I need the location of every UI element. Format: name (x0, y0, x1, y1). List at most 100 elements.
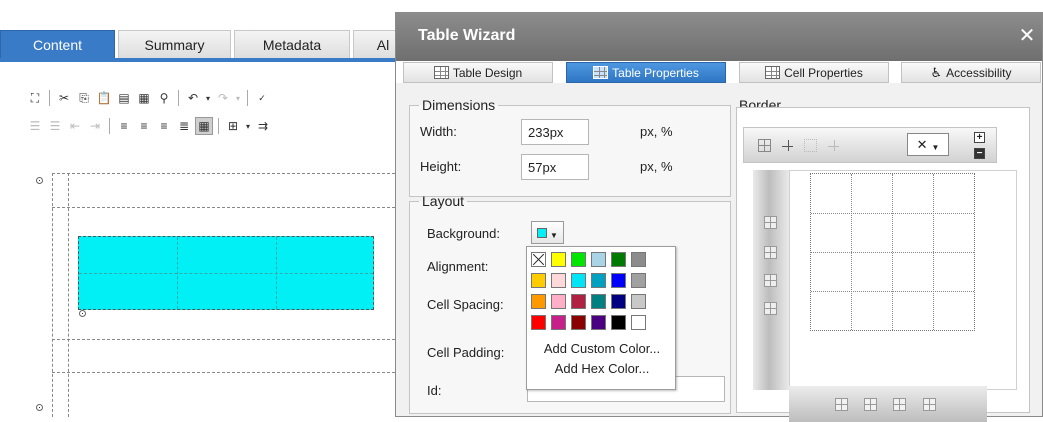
table-design-icon (433, 66, 449, 79)
color-swatch[interactable] (591, 315, 606, 330)
redo-icon[interactable]: ↷ (214, 89, 232, 107)
tab-summary[interactable]: Summary (118, 30, 231, 58)
border-style-dropdown[interactable]: ✕ ▼ (907, 133, 949, 156)
outer-table-row-line (52, 207, 400, 208)
cut-icon[interactable]: ✂ (55, 89, 73, 107)
tab-metadata[interactable]: Metadata (234, 30, 350, 58)
tab-content[interactable]: Content (0, 30, 115, 58)
bottom-border-icon[interactable] (923, 398, 936, 411)
color-swatch[interactable] (551, 273, 566, 288)
tab-cell-properties[interactable]: Cell Properties (739, 62, 889, 83)
no-borders-icon[interactable] (804, 139, 817, 152)
paste-icon[interactable]: 📋 (95, 89, 113, 107)
align-left-icon[interactable]: ≡ (115, 117, 133, 135)
tab-table-properties[interactable]: Table Properties (566, 62, 726, 83)
insert-table-icon[interactable]: ⊞ (224, 117, 242, 135)
paste-text-icon[interactable]: ▦ (135, 89, 153, 107)
color-swatch[interactable] (591, 252, 606, 267)
close-icon[interactable]: ✕ (1016, 26, 1038, 48)
anchor-marker-icon[interactable] (36, 404, 43, 411)
color-swatch[interactable] (591, 273, 606, 288)
justify-icon[interactable]: ≣ (175, 117, 193, 135)
color-swatch[interactable] (531, 273, 546, 288)
editor-toolbar-row-2: ☰ ☰ ⇤ ⇥ ≡ ≡ ≡ ≣ ▦ ⊞ ▾ ⇉ (26, 115, 272, 137)
increase-border-icon[interactable]: + (974, 132, 985, 143)
color-swatch[interactable] (531, 315, 546, 330)
bottom-border-icon[interactable] (893, 398, 906, 411)
width-input[interactable] (521, 119, 589, 145)
outdent-icon[interactable]: ⇤ (66, 117, 84, 135)
color-swatch[interactable] (611, 315, 626, 330)
numbered-list-icon[interactable]: ☰ (26, 117, 44, 135)
outer-table-row-line (52, 339, 400, 340)
inner-borders-icon[interactable] (781, 139, 794, 152)
inner-borders-thin-icon[interactable] (827, 139, 840, 152)
select-all-icon[interactable]: ⛶ (26, 89, 44, 107)
add-custom-color-link[interactable]: Add Custom Color... (527, 341, 677, 356)
tab-table-design[interactable]: Table Design (403, 62, 553, 83)
width-label: Width: (420, 124, 457, 139)
tab-label: Cell Properties (784, 65, 863, 80)
color-swatch[interactable] (611, 294, 626, 309)
left-border-icon[interactable] (764, 302, 777, 315)
bottom-border-icon[interactable] (864, 398, 877, 411)
color-swatch[interactable] (631, 315, 646, 330)
left-border-icon[interactable] (764, 274, 777, 287)
color-swatch[interactable] (551, 294, 566, 309)
decrease-border-icon[interactable]: − (974, 148, 985, 159)
color-swatch[interactable] (571, 252, 586, 267)
color-swatch[interactable] (631, 273, 646, 288)
toolbar-divider (49, 90, 50, 106)
find-icon[interactable]: ⚲ (155, 89, 173, 107)
dialog-titlebar[interactable]: Table Wizard ✕ (396, 13, 1042, 61)
bottom-border-icon[interactable] (835, 398, 848, 411)
dimensions-legend: Dimensions (422, 97, 496, 113)
editor-toolbar-row-1: ⛶ ✂ ⎘ 📋 ▤ ▦ ⚲ ↶ ▾ ↷ ▾ ✓ (26, 87, 271, 109)
color-swatch[interactable] (611, 273, 626, 288)
all-borders-icon[interactable] (758, 139, 771, 152)
left-border-icon[interactable] (764, 216, 777, 229)
left-border-rail (753, 170, 789, 390)
align-center-icon[interactable]: ≡ (135, 117, 153, 135)
outer-table-row-line (52, 372, 400, 373)
color-swatch[interactable] (571, 294, 586, 309)
color-swatch[interactable] (611, 252, 626, 267)
selected-table[interactable] (78, 236, 374, 310)
paste-word-icon[interactable]: ▤ (115, 89, 133, 107)
color-swatch[interactable] (551, 252, 566, 267)
color-swatch[interactable] (571, 273, 586, 288)
add-hex-color-link[interactable]: Add Hex Color... (527, 361, 677, 376)
more-icon[interactable]: ⇉ (254, 117, 272, 135)
bullet-list-icon[interactable]: ☰ (46, 117, 64, 135)
color-swatch[interactable] (631, 252, 646, 267)
tab-accessibility[interactable]: ♿ Accessibility (901, 62, 1041, 83)
color-swatch[interactable] (551, 315, 566, 330)
alignment-label: Alignment: (427, 259, 489, 274)
align-right-icon[interactable]: ≡ (155, 117, 173, 135)
no-color-swatch[interactable] (531, 252, 546, 267)
cell-padding-label: Cell Padding: (427, 345, 505, 360)
copy-icon[interactable]: ⎘ (75, 89, 93, 107)
table-dropdown-icon[interactable]: ▾ (244, 117, 252, 135)
background-color-picker[interactable]: ▼ (531, 221, 564, 244)
color-swatch[interactable] (531, 294, 546, 309)
table-properties-icon[interactable]: ▦ (195, 117, 213, 135)
indent-icon[interactable]: ⇥ (86, 117, 104, 135)
grid-row-line (811, 291, 974, 292)
undo-icon[interactable]: ↶ (184, 89, 202, 107)
accessibility-icon: ♿ (930, 64, 943, 80)
color-swatch-grid (531, 252, 647, 331)
left-border-icon[interactable] (764, 246, 777, 259)
redo-dropdown-icon[interactable]: ▾ (234, 89, 242, 107)
background-label: Background: (427, 226, 500, 241)
anchor-marker-icon[interactable] (36, 177, 43, 184)
table-row-line (79, 273, 373, 274)
color-swatch[interactable] (591, 294, 606, 309)
anchor-marker-icon[interactable] (79, 310, 86, 317)
border-preview-grid[interactable] (810, 173, 975, 331)
spellcheck-icon[interactable]: ✓ (253, 89, 271, 107)
color-swatch[interactable] (571, 315, 586, 330)
undo-dropdown-icon[interactable]: ▾ (204, 89, 212, 107)
height-input[interactable] (521, 154, 589, 180)
color-swatch[interactable] (631, 294, 646, 309)
